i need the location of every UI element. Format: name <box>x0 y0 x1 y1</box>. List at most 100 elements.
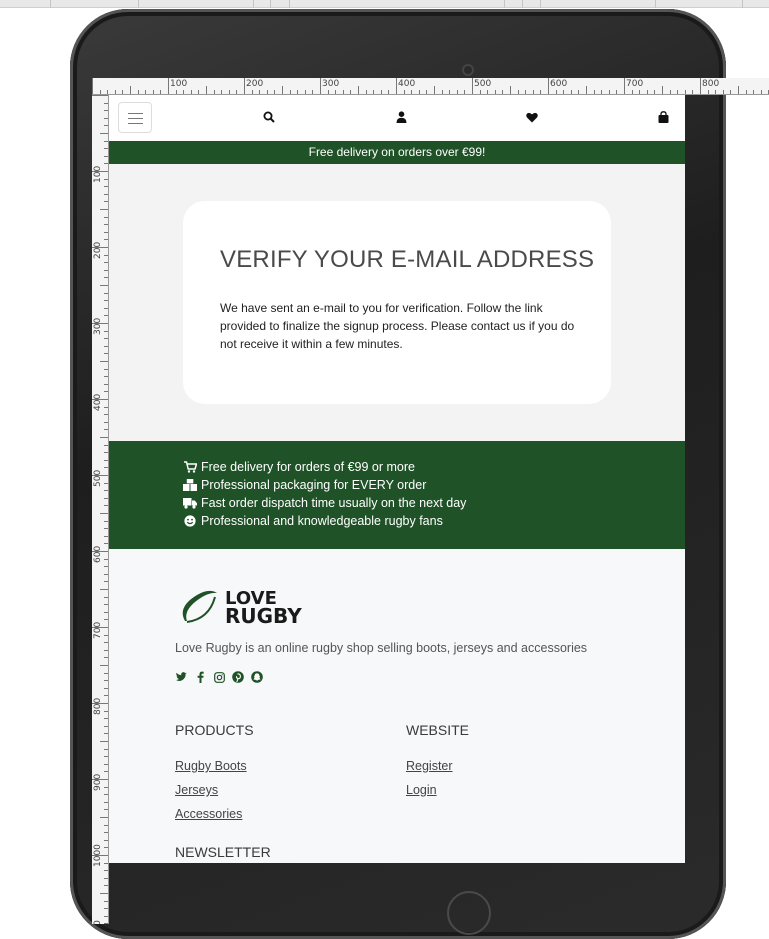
ruler-tick <box>104 224 108 226</box>
ruler-tick <box>700 78 701 94</box>
ruler-tick <box>104 368 108 370</box>
toolbar-divider <box>540 0 541 8</box>
ruler-tick <box>266 90 268 94</box>
ruler-tick <box>130 86 131 94</box>
rugby-ball-icon <box>182 590 217 623</box>
ruler-tick <box>365 90 367 94</box>
hamburger-icon[interactable] <box>118 102 152 133</box>
page-title: VERIFY YOUR E-MAIL ADDRESS <box>220 246 595 273</box>
ruler-tick <box>104 125 108 127</box>
perks-section: Free delivery for orders of €99 or more … <box>109 441 685 549</box>
ruler-tick <box>104 406 108 408</box>
twitter-icon[interactable] <box>175 671 187 683</box>
ruler-tick <box>104 140 108 142</box>
heart-icon[interactable] <box>524 109 540 125</box>
ruler-tick <box>100 589 108 590</box>
ruler-tick <box>137 90 139 94</box>
ruler-tick <box>487 90 489 94</box>
ruler-tick <box>320 78 321 94</box>
ruler-tick <box>745 90 747 94</box>
ruler-tick <box>456 90 458 94</box>
ruler-tick <box>434 86 435 94</box>
ruler-label: 600 <box>550 79 568 89</box>
ruler-tick <box>677 90 679 94</box>
ruler-tick <box>715 90 717 94</box>
ruler-tick <box>104 885 108 887</box>
ruler-label: 300 <box>93 317 103 335</box>
perk-item: Professional and knowledgeable rugby fan… <box>183 514 443 528</box>
ruler-tick <box>104 459 108 461</box>
camera-icon <box>462 64 474 76</box>
device-screen: Free delivery on orders over €99! VERIFY… <box>109 95 685 863</box>
ruler-tick <box>104 300 108 302</box>
instagram-icon[interactable] <box>213 671 225 683</box>
facebook-icon[interactable] <box>194 671 206 683</box>
snapchat-icon[interactable] <box>251 671 263 683</box>
ruler-label: 300 <box>322 79 340 89</box>
ruler-label: 500 <box>93 469 103 487</box>
ruler-tick <box>297 90 299 94</box>
search-icon[interactable] <box>261 109 277 125</box>
ruler-tick <box>494 90 496 94</box>
ruler-tick <box>100 741 108 742</box>
ruler-tick <box>228 90 230 94</box>
ruler-tick <box>104 756 108 758</box>
toolbar-divider <box>50 0 51 8</box>
footer-link-rugby-boots[interactable]: Rugby Boots <box>175 759 247 773</box>
ruler-tick <box>388 90 390 94</box>
pinterest-icon[interactable] <box>232 671 244 683</box>
footer-link-login[interactable]: Login <box>406 783 437 797</box>
perk-label: Free delivery for orders of €99 or more <box>201 460 415 474</box>
ruler-tick <box>104 338 108 340</box>
ruler-tick <box>206 86 207 94</box>
ruler-tick <box>104 277 108 279</box>
ruler-tick <box>578 90 580 94</box>
ruler-tick <box>183 90 185 94</box>
ruler-tick <box>104 725 108 727</box>
ruler-tick <box>304 90 306 94</box>
ruler-tick <box>152 90 154 94</box>
ruler-tick <box>335 90 337 94</box>
ruler-tick <box>104 687 108 689</box>
ruler-tick <box>92 78 93 94</box>
ruler-tick <box>464 90 466 94</box>
website-heading: WEBSITE <box>406 722 470 738</box>
ruler-tick <box>684 90 686 94</box>
ruler-tick <box>608 90 610 94</box>
ruler-tick <box>104 642 108 644</box>
ruler-tick <box>107 90 109 94</box>
home-button[interactable] <box>447 891 491 935</box>
ruler-label: 100 <box>93 165 103 183</box>
user-icon[interactable] <box>393 109 409 125</box>
ruler-tick <box>104 801 108 803</box>
ruler-tick <box>104 581 108 583</box>
ruler-tick <box>104 148 108 150</box>
footer-link-jerseys[interactable]: Jerseys <box>175 783 218 797</box>
footer-link-register[interactable]: Register <box>406 759 453 773</box>
ruler-tick <box>358 86 359 94</box>
ruler-tick <box>104 345 108 347</box>
footer-link-accessories[interactable]: Accessories <box>175 807 242 821</box>
ruler-tick <box>380 90 382 94</box>
ruler-tick <box>350 90 352 94</box>
ruler-tick <box>411 90 413 94</box>
shopping-bag-icon[interactable] <box>655 109 671 125</box>
ruler-tick <box>104 908 108 910</box>
ruler-label: 1100 <box>93 920 103 924</box>
vertical-ruler: 100 200 300 400 500 600 700 800 900 1000 1100 <box>92 95 109 924</box>
ruler-tick <box>104 794 108 796</box>
ruler-tick <box>100 361 108 362</box>
navbar <box>109 95 685 141</box>
ruler-tick <box>104 596 108 598</box>
ruler-tick <box>472 78 473 94</box>
ruler-tick <box>540 90 542 94</box>
ruler-tick <box>449 90 451 94</box>
ruler-tick <box>601 90 603 94</box>
ruler-tick <box>282 86 283 94</box>
ruler-tick <box>100 893 108 894</box>
truck-icon <box>183 496 197 510</box>
toolbar-divider <box>742 0 743 8</box>
logo[interactable]: LOVE RUGBY <box>179 589 319 629</box>
ruler-tick <box>104 239 108 241</box>
ruler-tick <box>707 90 709 94</box>
